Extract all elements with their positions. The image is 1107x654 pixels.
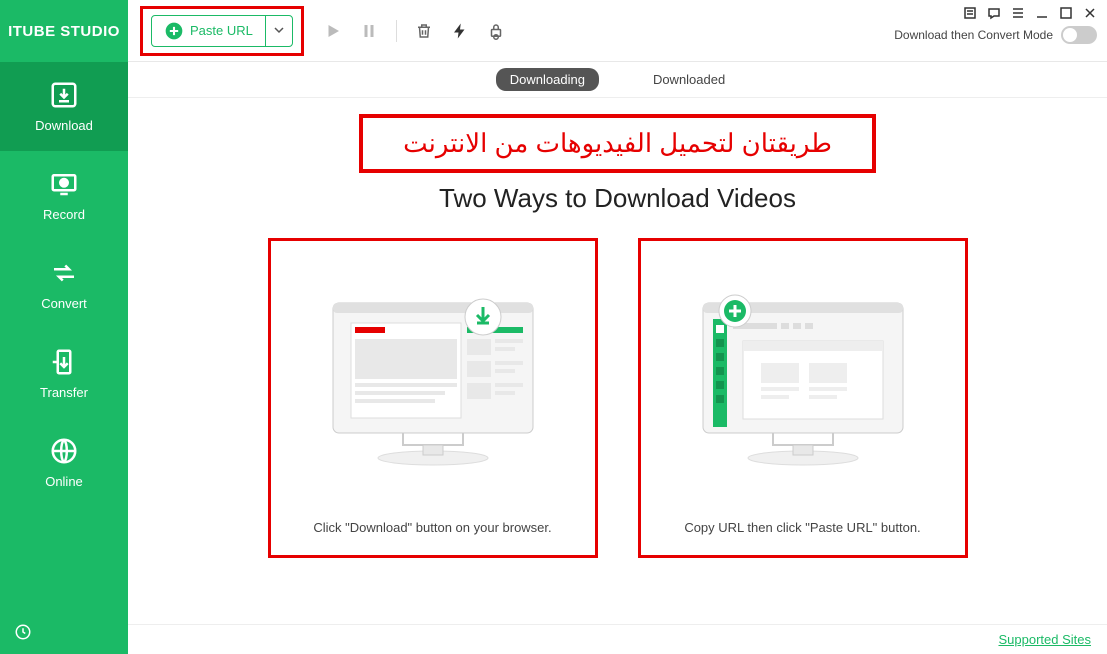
tab-downloading[interactable]: Downloading: [496, 68, 599, 91]
menu-icon[interactable]: [1011, 6, 1025, 20]
footer: Supported Sites: [128, 624, 1107, 654]
method-card-browser: Click "Download" button on your browser.: [268, 238, 598, 558]
minimize-icon[interactable]: [1035, 6, 1049, 20]
sidebar-item-online[interactable]: Online: [0, 418, 128, 507]
pause-button[interactable]: [360, 22, 378, 40]
arabic-annotation-box: طريقتان لتحميل الفيديوهات من الانترنت: [359, 114, 876, 173]
download-icon: [49, 80, 79, 110]
supported-sites-link[interactable]: Supported Sites: [998, 632, 1091, 647]
page-subtitle: Two Ways to Download Videos: [439, 183, 796, 214]
tab-downloaded[interactable]: Downloaded: [639, 68, 739, 91]
card-paste-url-text: Copy URL then click "Paste URL" button.: [674, 513, 930, 543]
app-logo: ITUBE STUDIO: [0, 0, 128, 62]
separator: [396, 20, 397, 42]
paste-url-button-group: Paste URL: [151, 15, 293, 47]
paste-url-label: Paste URL: [190, 23, 253, 38]
sidebar-item-label: Convert: [41, 296, 87, 311]
transfer-icon: [49, 347, 79, 377]
trash-button[interactable]: [415, 22, 433, 40]
message-icon[interactable]: [987, 6, 1001, 20]
close-icon[interactable]: [1083, 6, 1097, 20]
method-card-paste-url: Copy URL then click "Paste URL" button.: [638, 238, 968, 558]
sidebar-item-label: Online: [45, 474, 83, 489]
convert-icon: [49, 258, 79, 288]
arabic-title: طريقتان لتحميل الفيديوهات من الانترنت: [403, 128, 832, 159]
sidebar-item-record[interactable]: Record: [0, 151, 128, 240]
online-icon: [49, 436, 79, 466]
sidebar-item-label: Download: [35, 118, 93, 133]
sidebar-item-download[interactable]: Download: [0, 62, 128, 151]
turbo-button[interactable]: [451, 22, 469, 40]
sidebar: ITUBE STUDIO Download Record Convert: [0, 0, 128, 654]
browser-download-illustration: [289, 253, 577, 513]
sidebar-item-label: Transfer: [40, 385, 88, 400]
record-icon: [49, 169, 79, 199]
paste-url-dropdown[interactable]: [265, 16, 292, 46]
content-area: طريقتان لتحميل الفيديوهات من الانترنت Tw…: [128, 98, 1107, 624]
card-browser-text: Click "Download" button on your browser.: [303, 513, 561, 543]
sidebar-item-convert[interactable]: Convert: [0, 240, 128, 329]
paste-url-illustration: [659, 253, 947, 513]
maximize-icon[interactable]: [1059, 6, 1073, 20]
convert-mode-toggle[interactable]: [1061, 26, 1097, 44]
privacy-button[interactable]: [487, 22, 505, 40]
feedback-icon[interactable]: [963, 6, 977, 20]
sidebar-item-transfer[interactable]: Transfer: [0, 329, 128, 418]
chevron-down-icon: [274, 22, 284, 40]
tabs: Downloading Downloaded: [128, 62, 1107, 98]
sidebar-item-label: Record: [43, 207, 85, 222]
convert-mode-label: Download then Convert Mode: [894, 28, 1053, 42]
paste-url-button[interactable]: Paste URL: [152, 16, 265, 46]
clock-icon[interactable]: [14, 623, 32, 646]
topbar: Paste URL: [128, 0, 1107, 62]
play-button[interactable]: [324, 22, 342, 40]
paste-url-highlight: Paste URL: [140, 6, 304, 56]
sidebar-footer: [0, 614, 128, 654]
